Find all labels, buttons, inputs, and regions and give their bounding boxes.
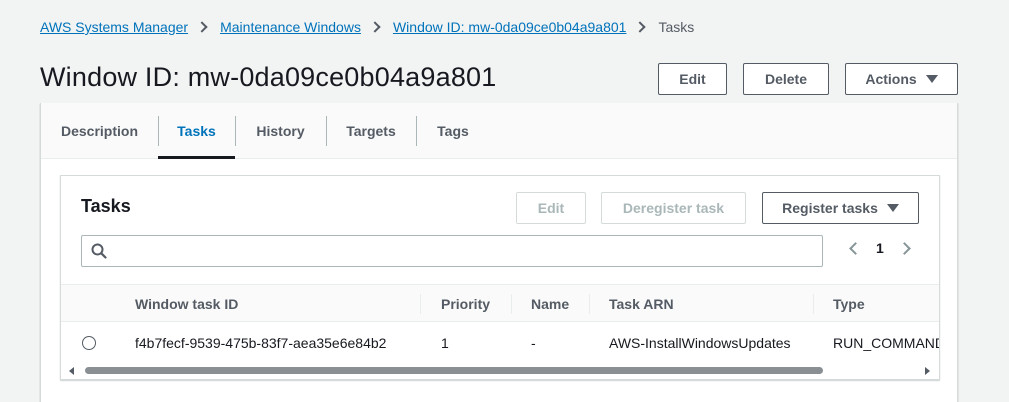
column-header-task-arn[interactable]: Task ARN	[609, 285, 674, 323]
breadcrumb-current: Tasks	[658, 19, 695, 35]
column-header-priority[interactable]: Priority	[441, 285, 490, 323]
column-header-type[interactable]: Type	[833, 285, 865, 323]
table-row[interactable]: f4b7fecf-9539-475b-83f7-aea35e6e84b2 1 -…	[61, 323, 940, 363]
caret-down-icon	[886, 204, 899, 212]
horizontal-scrollbar[interactable]	[61, 363, 939, 378]
search-field[interactable]	[81, 235, 823, 267]
deregister-task-button[interactable]: Deregister task	[601, 192, 746, 224]
chevron-right-icon	[634, 21, 647, 33]
tab-history[interactable]: History	[235, 103, 326, 159]
column-divider	[813, 294, 814, 314]
breadcrumb-window-id[interactable]: Window ID: mw-0da09ce0b04a9a801	[393, 19, 626, 35]
page-number[interactable]: 1	[870, 240, 890, 256]
row-select-radio[interactable]	[82, 336, 96, 350]
cell-task-arn: AWS-InstallWindowsUpdates	[609, 335, 791, 351]
scroll-right-arrow-icon[interactable]	[925, 367, 930, 375]
cell-name: -	[531, 335, 536, 351]
actions-dropdown-button[interactable]: Actions	[845, 63, 958, 95]
scrollbar-thumb[interactable]	[85, 367, 823, 374]
pagination: 1	[847, 240, 913, 256]
tab-description-label: Description	[60, 123, 138, 139]
breadcrumb-systems-manager[interactable]: AWS Systems Manager	[40, 19, 188, 35]
chevron-right-icon	[196, 21, 208, 33]
chevron-left-icon[interactable]	[849, 241, 862, 255]
cell-window-task-id: f4b7fecf-9539-475b-83f7-aea35e6e84b2	[135, 335, 387, 351]
actions-button-label: Actions	[865, 71, 917, 87]
delete-window-button[interactable]: Delete	[743, 63, 829, 95]
tab-targets-label: Targets	[346, 123, 396, 139]
table-header: Window task ID Priority Name Task ARN Ty…	[61, 284, 939, 323]
edit-task-button-label: Edit	[537, 200, 565, 216]
tab-tags[interactable]: Tags	[416, 103, 490, 159]
tab-targets[interactable]: Targets	[326, 103, 416, 159]
cell-type: RUN_COMMAND	[833, 335, 940, 351]
column-divider	[589, 294, 590, 314]
chevron-right-icon[interactable]	[897, 241, 911, 255]
tab-history-label: History	[256, 123, 305, 139]
edit-task-button[interactable]: Edit	[516, 192, 586, 224]
search-input[interactable]	[114, 239, 814, 263]
column-divider	[511, 294, 512, 314]
chevron-right-icon	[369, 21, 381, 33]
tab-tasks[interactable]: Tasks	[158, 103, 235, 159]
tab-tasks-label: Tasks	[177, 123, 216, 139]
breadcrumb: AWS Systems Manager Maintenance Windows …	[40, 19, 694, 35]
register-tasks-button[interactable]: Register tasks	[762, 192, 919, 224]
column-header-name[interactable]: Name	[531, 285, 569, 323]
tab-bar: Description Tasks History Targets Tags	[41, 103, 957, 159]
register-tasks-button-label: Register tasks	[782, 200, 878, 216]
tab-description[interactable]: Description	[47, 103, 152, 159]
tasks-title: Tasks	[81, 196, 131, 216]
delete-window-button-label: Delete	[764, 71, 808, 87]
tab-tags-label: Tags	[437, 123, 469, 139]
tasks-container: Tasks Edit Deregister task Register task…	[60, 175, 940, 380]
window-detail-panel: Description Tasks History Targets Tags T…	[40, 103, 958, 402]
scroll-left-arrow-icon[interactable]	[69, 367, 74, 375]
edit-window-button-label: Edit	[679, 71, 706, 87]
page-title: Window ID: mw-0da09ce0b04a9a801	[40, 62, 497, 92]
search-icon	[91, 243, 107, 259]
column-header-window-task-id[interactable]: Window task ID	[135, 285, 238, 323]
breadcrumb-maintenance-windows[interactable]: Maintenance Windows	[220, 19, 361, 35]
caret-down-icon	[925, 75, 938, 83]
cell-priority: 1	[441, 335, 449, 351]
edit-window-button[interactable]: Edit	[658, 63, 727, 95]
deregister-task-button-label: Deregister task	[622, 200, 725, 216]
column-divider	[420, 294, 421, 314]
